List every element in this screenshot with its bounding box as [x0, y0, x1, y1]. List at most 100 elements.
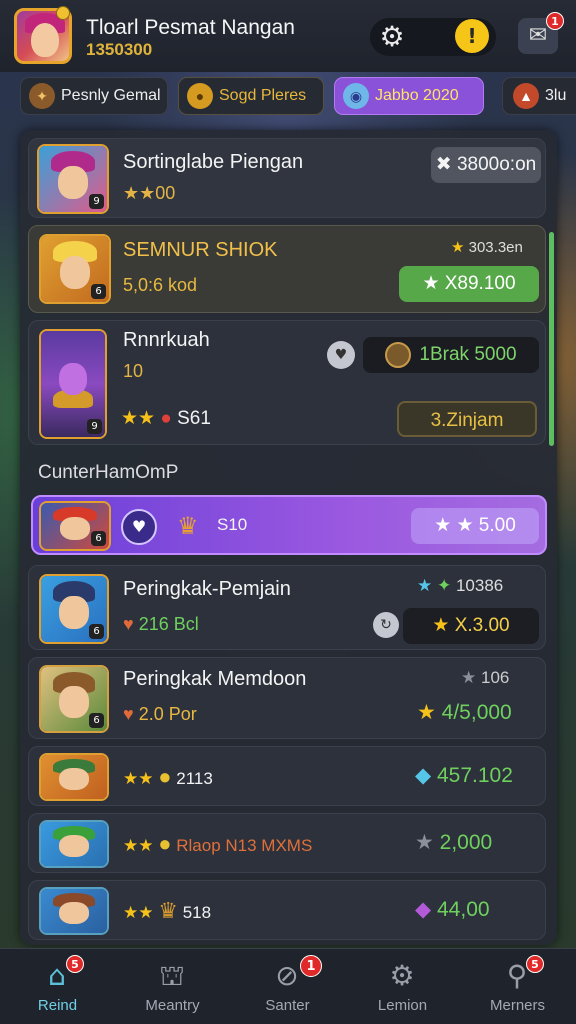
tab-label: Jabbo 2020	[375, 87, 459, 104]
nav-item-home[interactable]: ⌂ 5 Reind	[0, 949, 115, 1024]
mail-badge: 1	[546, 12, 564, 30]
reward-text: 1Brak 5000	[419, 344, 517, 365]
list-item[interactable]: ★★ ● 2113 ◆ 457.102	[28, 746, 546, 806]
reward-text: X.3.00	[454, 615, 510, 636]
reward-text: 4/5,000	[441, 701, 512, 724]
reward-value: ◆ 457.102	[415, 763, 513, 788]
rating-row: ★★ ♛ 518	[123, 898, 211, 924]
level-badge-icon	[56, 6, 70, 20]
gear-icon: ⚙	[389, 959, 415, 992]
section-label: CunterHamOmP	[38, 462, 179, 483]
rating-text: S61	[177, 408, 211, 429]
reward-button[interactable]: ✖ 3800o:on	[431, 147, 541, 183]
rank-badge-icon: 6	[89, 713, 104, 728]
tab-jabbo-2020[interactable]: ◉ Jabbo 2020	[334, 77, 484, 115]
shop-icon: ⛫	[159, 959, 185, 992]
reward-text: 44,00	[437, 898, 490, 921]
player-name: Peringkak-Pemjain	[123, 578, 291, 600]
gear-icon[interactable]: ⚙	[377, 22, 407, 52]
secondary-reward-button[interactable]: 3.Zinjam	[397, 401, 537, 437]
scrollbar[interactable]	[549, 232, 554, 446]
nav-item-compass[interactable]: ⊘ 1 Santer	[230, 949, 345, 1024]
bottom-nav: ⌂ 5 Reind ⛫ Meantry ⊘ 1 Santer ⚙ Lemion …	[0, 948, 576, 1024]
reward-button[interactable]: ★ X.3.00	[403, 608, 539, 644]
top-bar: Tloarl Pesmat Nangan 1350300 ⚙ ! ✉ 1	[0, 0, 576, 72]
reward-text: 457.102	[437, 764, 513, 787]
rating-text: Rlaop N13 MXMS	[176, 836, 313, 855]
player-portrait: 6	[39, 665, 109, 733]
player-portrait: 9	[37, 144, 109, 214]
hint-bulb-icon[interactable]: !	[455, 19, 489, 53]
nav-badge: 1	[300, 955, 322, 977]
top-value: ★ 106	[461, 668, 509, 688]
list-item[interactable]: 6 SEMNUR SHIOK 5,0:6 kod ★ 303.3en ★ X89…	[28, 225, 546, 313]
player-name: Sortinglabe Piengan	[123, 151, 304, 173]
refresh-icon[interactable]: ↻	[373, 612, 399, 638]
mushroom-icon: ●	[160, 408, 172, 429]
tab-sogd-pleres[interactable]: ● Sogd Pleres	[178, 77, 324, 115]
mushroom-icon: ▲	[513, 82, 539, 109]
nav-label: Meantry	[145, 997, 200, 1014]
star-icon: ★★	[121, 408, 156, 429]
rank-badge-icon: 9	[87, 419, 102, 434]
heart-icon: ♥	[123, 614, 134, 634]
reward-text: 2,000	[439, 831, 493, 854]
player-portrait	[39, 887, 109, 935]
reward-value: ★ 2,000	[415, 830, 492, 855]
list-item[interactable]: 6 Peringkak-Pemjain ♥ 216 Bcl ★ ✦ 10386 …	[28, 565, 546, 650]
crest-icon: ♛	[158, 898, 178, 923]
list-item[interactable]: ★★ ♛ 518 ◆ 44,00	[28, 880, 546, 940]
star-icon: ★★	[123, 769, 154, 788]
player-score: 5,0:6 kod	[123, 275, 198, 295]
reward-button[interactable]: ★ ★ 5.00	[411, 508, 539, 544]
nav-label: Reind	[37, 997, 78, 1014]
nav-item-shop[interactable]: ⛫ Meantry	[115, 949, 230, 1024]
heart-icon[interactable]: ♥	[327, 341, 355, 369]
nav-badge: 5	[526, 955, 544, 973]
top-value: ★ 303.3en	[451, 238, 523, 256]
player-portrait	[39, 753, 109, 801]
tab-label: Sogd Pleres	[219, 87, 307, 104]
nav-label: Lemion	[377, 997, 428, 1014]
tab-label: Pesnly Gemal	[61, 87, 161, 104]
star-icon: ★	[417, 576, 433, 595]
star-icon: ★	[432, 615, 450, 636]
list-item[interactable]: 9 Sortinglabe Piengan ★★00 ✖ 3800o:on	[28, 138, 546, 218]
nav-label: Santer	[265, 997, 310, 1014]
player-stars: ★★00	[123, 183, 176, 203]
player-name: SEMNUR SHIOK	[123, 239, 278, 261]
rating-row: ★★ ● Rlaop N13 MXMS	[123, 831, 312, 857]
rating-row: ★★ ● 2113	[123, 764, 213, 790]
scroll-icon: ✦	[29, 82, 55, 109]
tab-pesnly-gemal[interactable]: ✦ Pesnly Gemal	[20, 77, 168, 115]
nav-item-search[interactable]: ⚲ 5 Merners	[460, 949, 575, 1024]
list-item-highlight[interactable]: 6 ♥ ♛ S10 ★ ★ 5.00	[31, 495, 547, 555]
player-name: Rnnrkuah	[123, 329, 210, 351]
value-text: S10	[217, 515, 248, 534]
nav-label: Merners	[489, 997, 545, 1014]
tab-label: 3lu	[545, 87, 567, 104]
coin-icon: ●	[158, 831, 172, 856]
envelope-icon: ✉	[528, 23, 548, 48]
list-item[interactable]: 9 Rnnrkuah 10 ♥ 1Brak 5000 ★★ ● S61 3.Zi…	[28, 320, 546, 445]
player-score: ♥ 216 Bcl	[123, 614, 199, 635]
reward-button[interactable]: ★ X89.100	[399, 266, 539, 302]
star-icon: ★	[417, 701, 436, 724]
coin-icon	[385, 341, 412, 368]
reward-button[interactable]: 1Brak 5000	[363, 337, 539, 373]
up-arrow-icon: ✦	[436, 576, 452, 595]
tab-3lu[interactable]: ▲ 3lu	[502, 77, 576, 115]
avatar-face	[31, 23, 59, 57]
heart-icon: ♥	[123, 704, 134, 724]
rank-badge-icon: 6	[91, 531, 106, 546]
player-portrait: 9	[39, 329, 107, 439]
star-rating: ★★ ● S61	[121, 407, 211, 430]
star-icon: ★	[461, 668, 477, 687]
list-item[interactable]: ★★ ● Rlaop N13 MXMS ★ 2,000	[28, 813, 546, 873]
player-name: Tloarl Pesmat Nangan	[86, 16, 295, 39]
nav-badge: 5	[66, 955, 84, 973]
list-item[interactable]: 6 Peringkak Memdoon ♥ 2.0 Por ★ 106 ★ 4/…	[28, 657, 546, 739]
nav-item-settings[interactable]: ⚙ Lemion	[345, 949, 460, 1024]
gem-icon: ◆	[415, 764, 432, 787]
rank-badge-icon: 6	[89, 624, 104, 639]
